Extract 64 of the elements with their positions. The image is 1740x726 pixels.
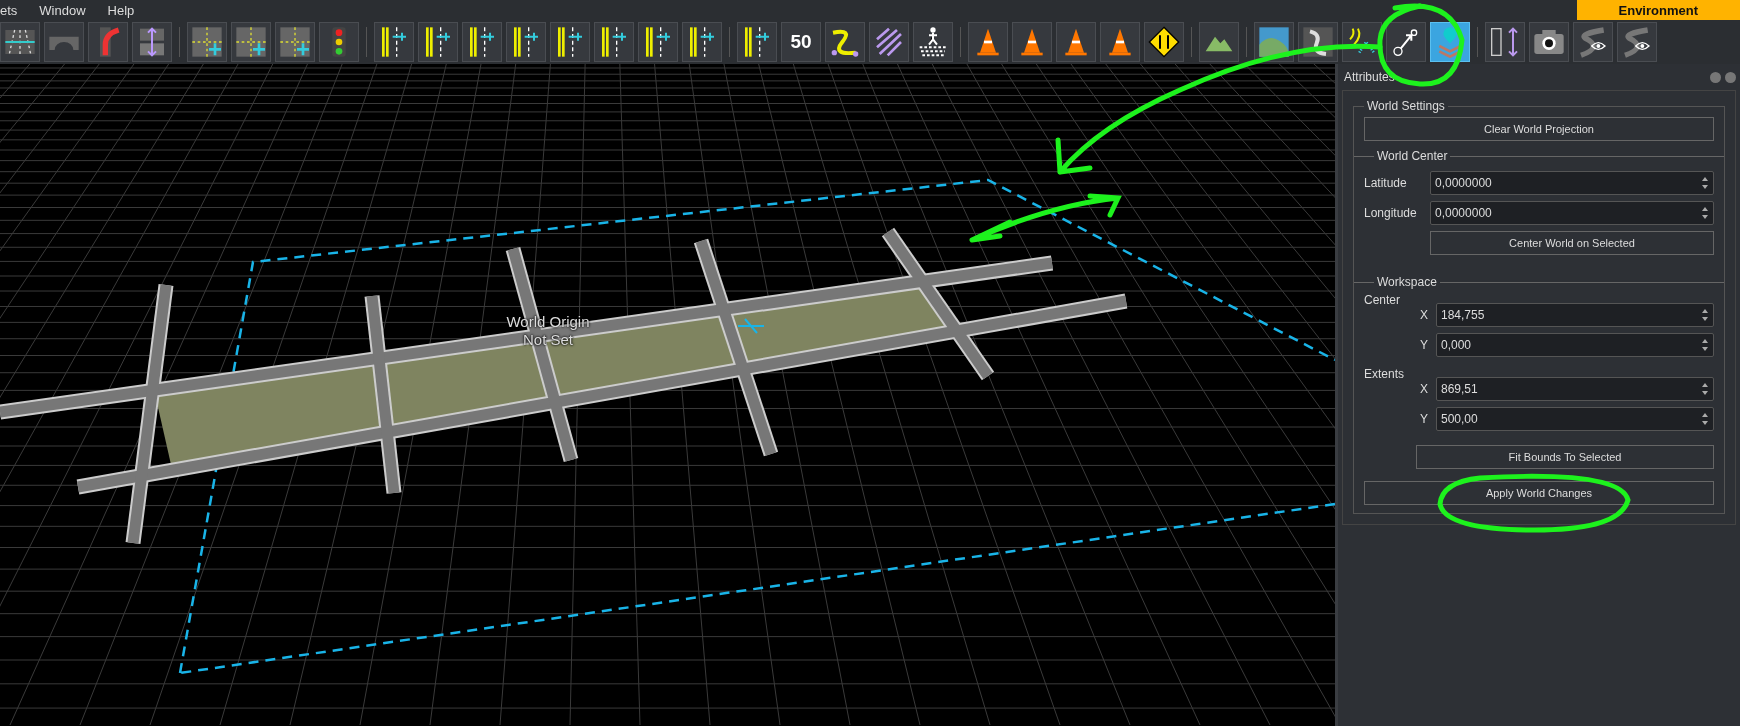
junction-icon bbox=[235, 26, 267, 58]
sign-icon bbox=[1148, 26, 1180, 58]
tool-button[interactable] bbox=[1529, 22, 1569, 62]
tool-button[interactable] bbox=[550, 22, 590, 62]
tool-button[interactable] bbox=[682, 22, 722, 62]
tool-button[interactable] bbox=[374, 22, 414, 62]
tool-button[interactable] bbox=[275, 22, 315, 62]
spin-field[interactable]: 184,755 bbox=[1436, 303, 1714, 327]
tool-button[interactable] bbox=[1485, 22, 1525, 62]
hatch-icon bbox=[873, 26, 905, 58]
spin-field[interactable]: 0,0000000 bbox=[1430, 171, 1714, 195]
center-world-button[interactable]: Center World on Selected bbox=[1430, 231, 1714, 255]
spin-arrows-icon[interactable] bbox=[1701, 412, 1709, 426]
panel-title: Attributes bbox=[1344, 70, 1395, 84]
tool-button[interactable] bbox=[825, 22, 865, 62]
tool-button[interactable] bbox=[506, 22, 546, 62]
field-label: Latitude bbox=[1364, 176, 1408, 190]
junction-icon bbox=[191, 26, 223, 58]
spin-arrows-icon[interactable] bbox=[1701, 176, 1709, 190]
spin-arrows-icon[interactable] bbox=[1701, 338, 1709, 352]
tool-button[interactable] bbox=[418, 22, 458, 62]
tool-button[interactable] bbox=[462, 22, 502, 62]
axis-label: Y bbox=[1420, 412, 1429, 426]
axis-label: X bbox=[1420, 308, 1429, 322]
float-button[interactable] bbox=[1710, 71, 1721, 83]
section-title: World Center bbox=[1377, 149, 1448, 163]
spin-arrows-icon[interactable] bbox=[1701, 206, 1709, 220]
tool-button[interactable] bbox=[1617, 22, 1657, 62]
tool-button[interactable] bbox=[1386, 22, 1426, 62]
axis-label: X bbox=[1420, 382, 1429, 396]
field-label: Longitude bbox=[1364, 206, 1418, 220]
tool-button[interactable] bbox=[0, 22, 40, 62]
map-icon bbox=[1258, 26, 1290, 58]
menu-item[interactable]: Window bbox=[39, 2, 96, 18]
spin-arrows-icon[interactable] bbox=[1701, 308, 1709, 322]
menu-item[interactable]: Help bbox=[107, 2, 145, 18]
tool-button[interactable] bbox=[594, 22, 634, 62]
clear-projection-button[interactable]: Clear World Projection bbox=[1364, 117, 1714, 141]
tool-button[interactable] bbox=[638, 22, 678, 62]
tool-button[interactable] bbox=[913, 22, 953, 62]
crosswalk-icon bbox=[917, 26, 949, 58]
origin-marker bbox=[737, 318, 765, 334]
environment-tab[interactable]: Environment bbox=[1576, 0, 1740, 20]
tool-button[interactable] bbox=[187, 22, 227, 62]
tool-button[interactable] bbox=[1144, 22, 1184, 62]
tool-button[interactable]: 50 bbox=[781, 22, 821, 62]
junction-icon bbox=[279, 26, 311, 58]
menu-item[interactable]: ets bbox=[0, 2, 28, 18]
apply-changes-button[interactable]: Apply World Changes bbox=[1364, 481, 1714, 505]
tool-button[interactable] bbox=[231, 22, 271, 62]
axis-label: Y bbox=[1420, 338, 1429, 352]
section-title: World Settings bbox=[1366, 99, 1446, 113]
field-label: Center bbox=[1364, 293, 1402, 307]
spin-field[interactable]: 500,00 bbox=[1436, 407, 1714, 431]
tool-button[interactable] bbox=[737, 22, 777, 62]
close-button[interactable] bbox=[1725, 71, 1736, 83]
tool-button[interactable] bbox=[1573, 22, 1613, 62]
spin-field[interactable]: 0,0000000 bbox=[1430, 201, 1714, 225]
spin-field[interactable]: 869,51 bbox=[1436, 377, 1714, 401]
section-title: Workspace bbox=[1377, 275, 1437, 289]
spin-arrows-icon[interactable] bbox=[1701, 382, 1709, 396]
fit-bounds-button[interactable]: Fit Bounds To Selected bbox=[1416, 445, 1714, 469]
field-label: Extents bbox=[1364, 367, 1406, 381]
spin-field[interactable]: 0,000 bbox=[1436, 333, 1714, 357]
